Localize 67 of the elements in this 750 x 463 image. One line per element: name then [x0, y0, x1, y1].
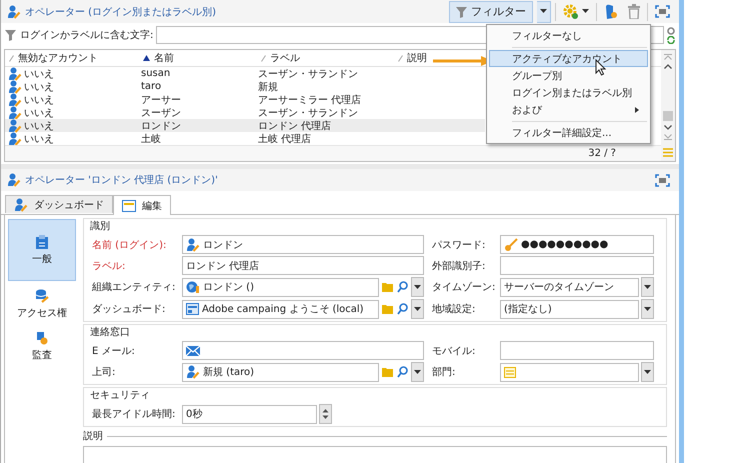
table-cell-text: いいえ	[24, 94, 54, 106]
table-cell-text: 新規	[258, 80, 278, 94]
section-title: 説明	[83, 430, 103, 443]
field-label: ダッシュボード:	[91, 303, 166, 316]
table-cell-text: いいえ	[24, 120, 54, 132]
input-field[interactable]: ロンドン 代理店	[182, 256, 424, 275]
column-header[interactable]: 名前	[154, 51, 174, 65]
table-cell-text: いいえ	[24, 132, 54, 146]
column-header[interactable]: 説明	[407, 51, 427, 65]
table-cell-text: ロンドン 代理店	[258, 120, 332, 132]
table-cell-text: スーザン・サランドン	[258, 68, 358, 80]
column-header[interactable]: ラベル	[270, 51, 300, 65]
field-label: モバイル:	[431, 344, 476, 358]
field-label: ラベル:	[91, 260, 126, 272]
table-cell-text: いいえ	[24, 80, 54, 94]
field-label: 名前 (ログイン):	[91, 238, 168, 252]
menu-item[interactable]: グループ別	[489, 67, 648, 84]
dropdown-field[interactable]: サーバーのタイムゾーン	[500, 278, 639, 296]
table-row[interactable]: いいえ susan スーザン・サランドン	[5, 67, 485, 80]
table-cell: susan	[141, 68, 170, 79]
table-cell-text: アーサー	[141, 94, 181, 106]
sidebar-item[interactable]: 監査	[8, 327, 76, 365]
field-label: 上司:	[91, 366, 116, 379]
field-label: 組織エンティティ:	[91, 280, 176, 294]
dropdown-field[interactable]: (指定なし)	[500, 300, 639, 318]
column-header[interactable]: 無効なアカウント	[18, 51, 98, 65]
table-cell-text: スーザン・サランドン	[258, 106, 358, 120]
field-label: E メール:	[91, 344, 136, 358]
field-label: 外部識別子:	[431, 260, 486, 272]
table-cell-text: スーザン	[141, 106, 181, 120]
record-count: 32 / ?	[588, 148, 616, 159]
search-label: ログインかラベルに含む文字:	[20, 28, 154, 42]
table-cell-text: いいえ	[24, 68, 54, 80]
sidebar-item[interactable]: アクセス権	[8, 285, 76, 323]
sidebar-item[interactable]: 一般	[8, 219, 76, 281]
group-title: 識別	[90, 220, 111, 233]
menu-item[interactable]: ログイン別またはラベル別	[489, 84, 648, 101]
field-label: タイムゾーン:	[431, 280, 496, 294]
tab[interactable]: 編集	[113, 195, 171, 215]
panel-title: オペレーター 'ロンドン 代理店 (ロンドン)'	[25, 174, 218, 187]
field-label: 最長アイドル時間:	[91, 408, 176, 421]
field-label: 地域設定:	[431, 302, 476, 316]
panel-title: オペレーター (ログイン別またはラベル別)	[25, 6, 216, 19]
table-cell-text: ロンドン	[141, 120, 181, 132]
filter-button[interactable]: フィルター	[449, 0, 533, 23]
table-row[interactable]: いいえ 土岐 土岐 代理店	[5, 132, 485, 145]
input-field[interactable]: ロンドン	[182, 235, 424, 254]
field-label: パスワード:	[431, 238, 486, 252]
group-title: セキュリティ	[90, 389, 151, 402]
table-cell-text: アーサーミラー 代理店	[258, 94, 362, 106]
table-cell-text: 土岐	[141, 132, 161, 146]
number-field[interactable]: 0秒	[182, 404, 317, 424]
table-row[interactable]: いいえ taro 新規	[5, 80, 485, 93]
table-cell: taro	[141, 81, 162, 92]
group-title: 連絡窓口	[90, 326, 131, 339]
tab[interactable]: ダッシュボード	[5, 195, 113, 213]
link-field[interactable]: ロンドン ()	[182, 278, 379, 296]
link-field[interactable]: 新規 (taro)	[182, 362, 379, 382]
table-row[interactable]: いいえ アーサー アーサーミラー 代理店	[5, 93, 485, 106]
table-row[interactable]: いいえ スーザン スーザン・サランドン	[5, 106, 485, 119]
field-label: 部門:	[431, 366, 456, 379]
table-cell-text: 土岐 代理店	[258, 132, 312, 146]
menu-item[interactable]: フィルター詳細設定...	[489, 124, 648, 141]
link-field[interactable]: Adobe campaing ようこそ (local)	[182, 300, 379, 318]
input-field[interactable]: ●●●●●●●●●●	[500, 235, 654, 254]
table-row[interactable]: いいえ ロンドン ロンドン 代理店	[5, 119, 485, 132]
table-cell-text: いいえ	[24, 106, 54, 120]
